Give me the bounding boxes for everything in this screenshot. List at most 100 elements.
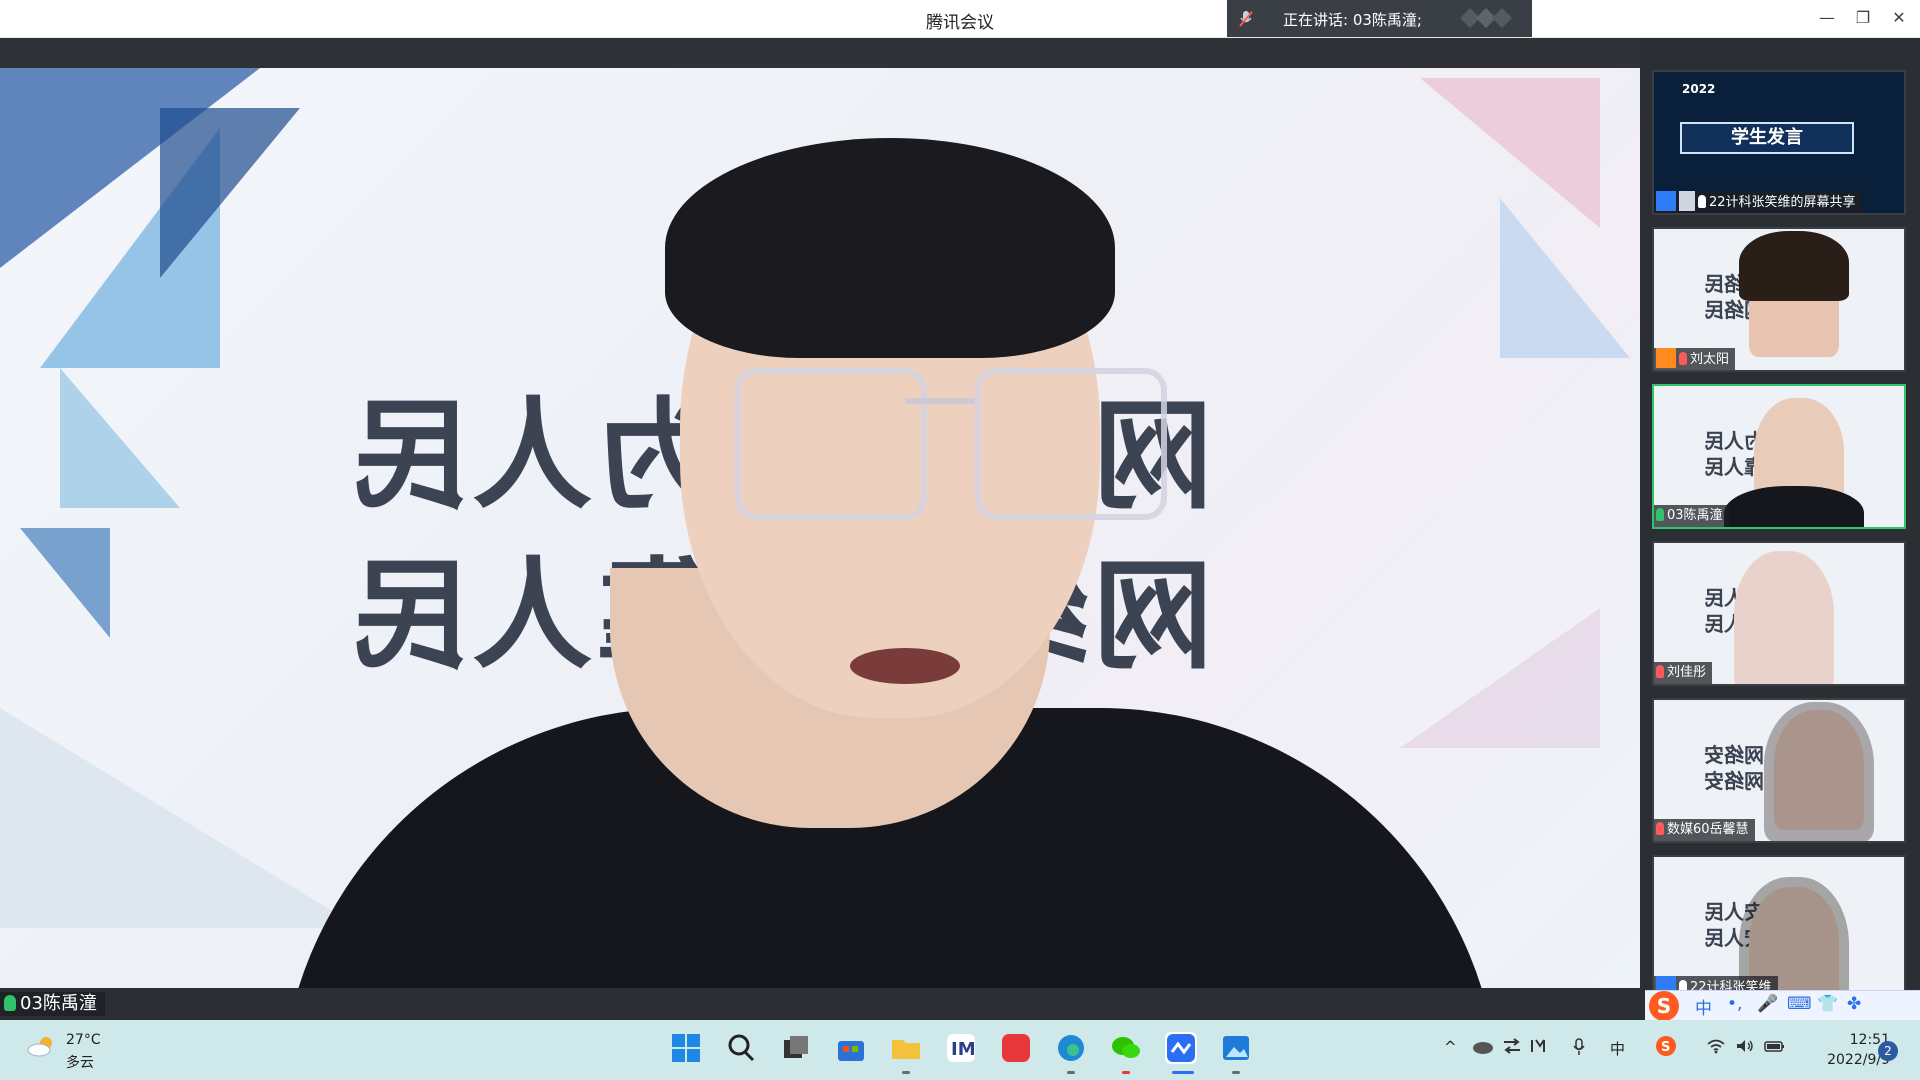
ime-voice-icon[interactable]: 🎤 bbox=[1757, 994, 1778, 1014]
active-app-indicator bbox=[1172, 1071, 1194, 1074]
file-explorer-icon[interactable] bbox=[890, 1032, 922, 1064]
participant-sidebar: 2022 学生发言 22计科张笑维的屏幕共享 网络民 网络民 刘太阳 网为人民 网靠… bbox=[1640, 38, 1920, 1020]
wechat-icon[interactable] bbox=[1110, 1032, 1142, 1064]
host-icon bbox=[1656, 348, 1676, 368]
sogou-tray-icon[interactable]: S bbox=[1655, 1035, 1677, 1057]
restore-button[interactable]: ❐ bbox=[1848, 6, 1878, 30]
ime-skin-icon[interactable]: 👕 bbox=[1817, 994, 1838, 1014]
participant-tile[interactable]: 网络安人民网络安人民 22计科张笑维 bbox=[1652, 855, 1906, 1000]
decor-shape bbox=[0, 708, 360, 928]
participant-name: 03陈禹潼 bbox=[1667, 508, 1723, 523]
mic-icon bbox=[1698, 195, 1706, 208]
waveform-icon bbox=[1460, 8, 1512, 28]
tencent-meeting-icon[interactable] bbox=[1165, 1032, 1197, 1064]
top-toolbar-strip bbox=[0, 38, 1640, 68]
title-bar: 腾讯会议 正在讲话: 03陈禹潼; — ❐ ✕ bbox=[0, 0, 1920, 38]
participant-name: 刘太阳 bbox=[1690, 352, 1730, 367]
sogou-logo-icon[interactable]: S bbox=[1649, 991, 1679, 1021]
decor-shape bbox=[160, 108, 300, 278]
weather-cloudy-icon[interactable] bbox=[26, 1034, 56, 1058]
tray-overflow-chevron[interactable]: ^ bbox=[1444, 1038, 1457, 1056]
running-indicator bbox=[1122, 1071, 1130, 1074]
decor-shape bbox=[1500, 198, 1630, 358]
notification-count-badge[interactable]: 2 bbox=[1878, 1041, 1898, 1061]
participant-tile-active[interactable]: 网为人民 网靠人民 03陈禹潼 bbox=[1652, 384, 1906, 529]
im-tray-icon[interactable] bbox=[1530, 1038, 1550, 1054]
participant-thumbnail bbox=[1734, 551, 1834, 684]
speaker-glasses-bridge bbox=[905, 398, 975, 404]
speaking-text: 正在讲话: 03陈禹潼; bbox=[1283, 11, 1422, 29]
host-icon bbox=[1656, 191, 1676, 211]
tile-background-text: 网络安 网络安 bbox=[1704, 743, 1764, 793]
window-title: 腾讯会议 bbox=[926, 13, 994, 33]
task-view-icon[interactable] bbox=[780, 1032, 812, 1064]
svg-text:IM: IM bbox=[951, 1039, 976, 1060]
screen-share-icon bbox=[1679, 191, 1695, 211]
ime-punctuation-toggle[interactable]: •, bbox=[1727, 994, 1742, 1014]
main-speaker-name-tag: 03陈禹潼 bbox=[0, 992, 105, 1016]
participant-shirt bbox=[1724, 486, 1864, 527]
volume-icon[interactable] bbox=[1735, 1038, 1755, 1054]
weather-temp[interactable]: 27°C bbox=[66, 1032, 101, 1048]
mic-muted-icon bbox=[1239, 11, 1253, 27]
participant-label: 刘太阳 bbox=[1654, 348, 1736, 370]
app-im-icon[interactable]: IM bbox=[945, 1032, 977, 1064]
speaking-indicator: 正在讲话: 03陈禹潼; bbox=[1227, 0, 1532, 37]
main-video-footer: 03陈禹潼 bbox=[0, 988, 1640, 1020]
decor-shape bbox=[1400, 608, 1600, 748]
decor-shape bbox=[60, 368, 180, 508]
store-icon[interactable] bbox=[835, 1032, 867, 1064]
system-clock[interactable]: 12:51 2022/9/9 bbox=[1790, 1030, 1890, 1070]
main-video[interactable]: 网络安全为人民 网络安全靠人民 bbox=[0, 68, 1640, 988]
participant-label: 03陈禹潼 bbox=[1654, 505, 1729, 527]
ime-keyboard-icon[interactable]: ⌨ bbox=[1787, 994, 1812, 1014]
running-indicator bbox=[902, 1071, 910, 1074]
sync-arrows-icon[interactable] bbox=[1502, 1038, 1522, 1054]
running-indicator bbox=[1232, 1071, 1240, 1074]
search-icon[interactable] bbox=[725, 1032, 757, 1064]
mic-active-icon bbox=[1656, 508, 1664, 521]
start-icon[interactable] bbox=[670, 1032, 702, 1064]
mic-muted-icon bbox=[1656, 665, 1664, 678]
wifi-icon[interactable] bbox=[1706, 1038, 1726, 1054]
speaker-glasses-right bbox=[975, 368, 1167, 520]
participant-label: 数媒60岳馨慧 bbox=[1654, 819, 1755, 841]
main-speaker-name: 03陈禹潼 bbox=[20, 993, 97, 1014]
speaker-hair bbox=[665, 138, 1115, 358]
mic-active-icon bbox=[4, 995, 16, 1011]
input-language-indicator[interactable]: 中 bbox=[1610, 1038, 1625, 1059]
taskbar: 27°C 多云 IM ^ 中 S 12:51 2022/9/9 2 bbox=[0, 1020, 1920, 1080]
participant-tile-screen-share[interactable]: 2022 学生发言 22计科张笑维的屏幕共享 bbox=[1652, 70, 1906, 215]
share-banner: 学生发言 bbox=[1680, 122, 1854, 154]
minimize-button[interactable]: — bbox=[1812, 6, 1842, 30]
huawei-app-icon[interactable] bbox=[1000, 1032, 1032, 1064]
edge-browser-icon[interactable] bbox=[1055, 1032, 1087, 1064]
share-year: 2022 bbox=[1682, 82, 1716, 96]
ime-mode-toggle[interactable]: 中 bbox=[1695, 994, 1712, 1019]
ime-toolbar: S 中 •, 🎤 ⌨ 👕 ✤ bbox=[1645, 990, 1920, 1021]
participant-label: 22计科张笑维的屏幕共享 bbox=[1654, 191, 1862, 213]
participant-tile[interactable]: 网为人民网靠人民 刘佳彤 bbox=[1652, 541, 1906, 686]
svg-text:S: S bbox=[1661, 1040, 1670, 1055]
close-button[interactable]: ✕ bbox=[1884, 6, 1914, 30]
participant-name: 刘佳彤 bbox=[1667, 665, 1707, 680]
photos-icon[interactable] bbox=[1220, 1032, 1252, 1064]
clock-date: 2022/9/9 bbox=[1827, 1052, 1890, 1068]
participant-hair bbox=[1739, 231, 1849, 301]
running-indicator bbox=[1067, 1071, 1075, 1074]
onedrive-cloud-icon[interactable] bbox=[1472, 1038, 1494, 1054]
ime-more-icon[interactable]: ✤ bbox=[1847, 994, 1861, 1014]
participant-label: 刘佳彤 bbox=[1654, 662, 1713, 684]
mic-muted-icon bbox=[1679, 352, 1687, 365]
participant-hair bbox=[1764, 702, 1874, 841]
speaker-glasses-left bbox=[735, 368, 927, 520]
battery-icon[interactable] bbox=[1764, 1038, 1786, 1054]
participant-tile[interactable]: 网络安 网络安 数媒60岳馨慧 bbox=[1652, 698, 1906, 843]
speaker-mouth bbox=[850, 648, 960, 684]
participant-name: 22计科张笑维的屏幕共享 bbox=[1709, 195, 1856, 210]
microphone-icon[interactable] bbox=[1572, 1038, 1586, 1056]
participant-tile[interactable]: 网络民 网络民 刘太阳 bbox=[1652, 227, 1906, 372]
mic-muted-icon bbox=[1656, 822, 1664, 835]
weather-condition[interactable]: 多云 bbox=[66, 1052, 94, 1072]
decor-shape bbox=[20, 528, 110, 638]
